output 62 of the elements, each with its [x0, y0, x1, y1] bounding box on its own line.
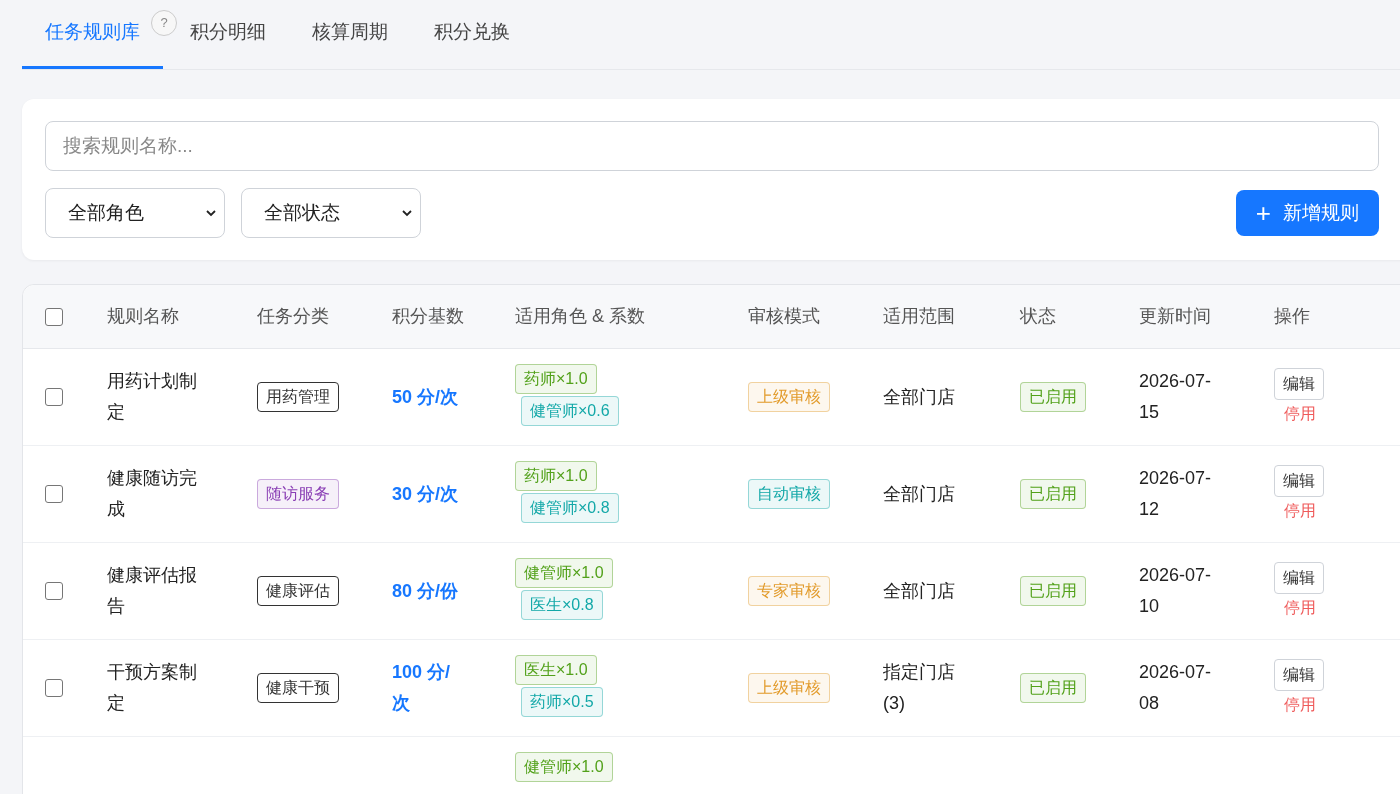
column-header: 操作 — [1273, 305, 1310, 328]
rule-name: 健康评估报告 — [107, 564, 198, 618]
tab[interactable]: 积分兑换 — [411, 0, 533, 69]
update-time: 2026-07-10 — [1139, 564, 1213, 618]
checkbox[interactable] — [45, 582, 63, 600]
scope-text: 全部门店 — [883, 579, 956, 603]
checkbox[interactable] — [45, 388, 63, 406]
column-header: 适用角色 & 系数 — [514, 305, 645, 328]
tag: 药师×1.0 — [515, 364, 597, 394]
column-header: 审核模式 — [747, 305, 820, 328]
checkbox[interactable] — [45, 307, 63, 326]
tag: 已启用 — [1020, 576, 1086, 606]
edit-button[interactable]: 编辑 — [1274, 562, 1324, 594]
tag: 上级审核 — [748, 382, 830, 412]
search-field[interactable]: 搜索规则名称... — [45, 121, 1379, 171]
edit-button[interactable]: 编辑 — [1274, 659, 1324, 691]
tag: 医生×0.8 — [521, 590, 603, 620]
tag: 健管师×1.0 — [515, 752, 613, 782]
checkbox[interactable] — [45, 679, 63, 697]
update-time: 2026-07-15 — [1139, 370, 1213, 424]
tag: 药师×1.0 — [515, 461, 597, 491]
checkbox[interactable] — [45, 485, 63, 503]
points-base: 80 分/份 — [392, 579, 460, 603]
tag: 医生×1.0 — [515, 655, 597, 685]
column-header: 状态 — [1019, 305, 1056, 328]
column-header: 任务分类 — [256, 305, 329, 328]
plus-icon: + — [1255, 200, 1271, 226]
rule-name: 干预方案制定 — [107, 661, 198, 715]
tag: 用药管理 — [257, 382, 339, 412]
tag: 已启用 — [1020, 479, 1086, 509]
filter-select[interactable]: 全部状态 — [241, 188, 421, 238]
tag: 已启用 — [1020, 382, 1086, 412]
tag: 药师×0.5 — [521, 687, 603, 717]
tag: 健管师×0.8 — [521, 493, 619, 523]
rule-name: 用药计划制定 — [107, 370, 198, 424]
tag: 健康干预 — [257, 673, 339, 703]
add-rule-button[interactable]: + 新增规则 — [1235, 190, 1379, 236]
scope-text: 全部门店 — [883, 385, 956, 409]
tag: 已启用 — [1020, 673, 1086, 703]
tag: 随访服务 — [257, 479, 339, 509]
column-header: 更新时间 — [1138, 305, 1211, 328]
filter-select[interactable]: 全部角色 — [45, 188, 225, 238]
tag: 健管师×0.6 — [521, 396, 619, 426]
tab[interactable]: 核算周期 — [289, 0, 411, 69]
column-header: 规则名称 — [106, 305, 179, 328]
rule-name: 健康随访完成 — [107, 467, 198, 521]
edit-button[interactable]: 编辑 — [1274, 368, 1324, 400]
points-base: 100 分/次 — [392, 661, 452, 715]
tag: 健管师×1.0 — [515, 558, 613, 588]
tag: 上级审核 — [748, 673, 830, 703]
update-time: 2026-07-12 — [1139, 467, 1213, 521]
scope-text: 指定门店 (3) — [883, 661, 956, 715]
edit-button[interactable]: 编辑 — [1274, 465, 1324, 497]
tag: 自动审核 — [748, 479, 830, 509]
column-header: 适用范围 — [882, 305, 955, 328]
column-header: 积分基数 — [391, 305, 464, 328]
scope-text: 全部门店 — [883, 482, 956, 506]
tag: 健康评估 — [257, 576, 339, 606]
points-base: 50 分/次 — [392, 385, 460, 409]
points-base: 30 分/次 — [392, 482, 460, 506]
update-time: 2026-07-08 — [1139, 661, 1213, 715]
tag: 专家审核 — [748, 576, 830, 606]
